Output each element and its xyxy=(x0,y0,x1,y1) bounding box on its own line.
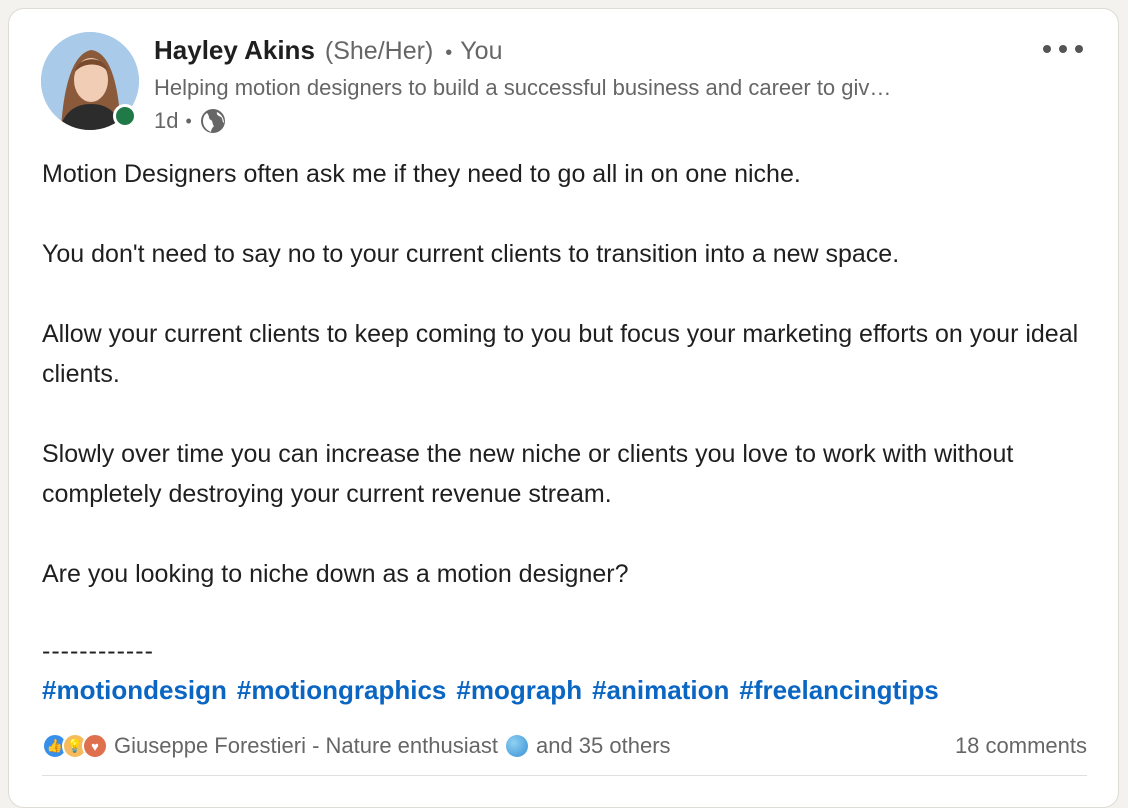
earth-globe-icon xyxy=(505,735,528,757)
post-body: Motion Designers often ask me if they ne… xyxy=(42,154,1102,594)
hashtag-link[interactable]: #freelancingtips xyxy=(739,675,938,705)
divider xyxy=(42,775,1087,776)
more-options-button[interactable] xyxy=(1039,37,1087,61)
post-card: Hayley Akins (She/Her) • You Helping mot… xyxy=(8,8,1119,808)
hashtag-link[interactable]: #animation xyxy=(592,675,729,705)
author-relation: You xyxy=(460,37,503,65)
post-paragraph: Slowly over time you can increase the ne… xyxy=(42,440,1014,508)
post-paragraph: Are you looking to niche down as a motio… xyxy=(42,560,629,588)
online-status-indicator xyxy=(113,104,137,128)
post-time: 1d xyxy=(154,108,179,133)
reactions-summary[interactable]: 👍 💡 ♥ Giuseppe Forestieri - Nature enthu… xyxy=(42,733,671,759)
more-horizontal-icon xyxy=(1043,45,1083,53)
post-paragraph: Allow your current clients to keep comin… xyxy=(42,320,1079,388)
post-meta: 1d • xyxy=(154,107,227,135)
reactor-others: and 35 others xyxy=(535,733,671,758)
comments-count-link[interactable]: 18 comments xyxy=(955,733,1087,759)
author-avatar[interactable] xyxy=(41,32,139,130)
author-name[interactable]: Hayley Akins xyxy=(154,35,315,66)
reactor-name: Giuseppe Forestieri - Nature enthusiast xyxy=(114,733,498,758)
post-paragraph: You don't need to say no to your current… xyxy=(42,240,900,268)
hashtag-link[interactable]: #motiondesign xyxy=(42,675,227,705)
globe-icon xyxy=(199,107,227,135)
love-icon: ♥ xyxy=(82,733,108,759)
author-pronouns: (She/Her) xyxy=(324,37,434,65)
hashtag-list: #motiondesign #motiongraphics #mograph #ani… xyxy=(42,675,949,706)
author-name-row: Hayley Akins (She/Her) • You xyxy=(154,35,502,69)
post-paragraph: Motion Designers often ask me if they ne… xyxy=(42,160,801,188)
hashtag-link[interactable]: #motiongraphics xyxy=(237,675,446,705)
social-counts: 👍 💡 ♥ Giuseppe Forestieri - Nature enthu… xyxy=(42,731,1087,761)
author-headline: Helping motion designers to build a succ… xyxy=(154,75,892,100)
hashtag-link[interactable]: #mograph xyxy=(456,675,582,705)
text-divider: ------------ xyxy=(42,637,154,665)
separator-dot: • xyxy=(185,110,192,131)
separator-dot: • xyxy=(445,42,453,64)
reaction-icons: 👍 💡 ♥ xyxy=(42,733,108,759)
